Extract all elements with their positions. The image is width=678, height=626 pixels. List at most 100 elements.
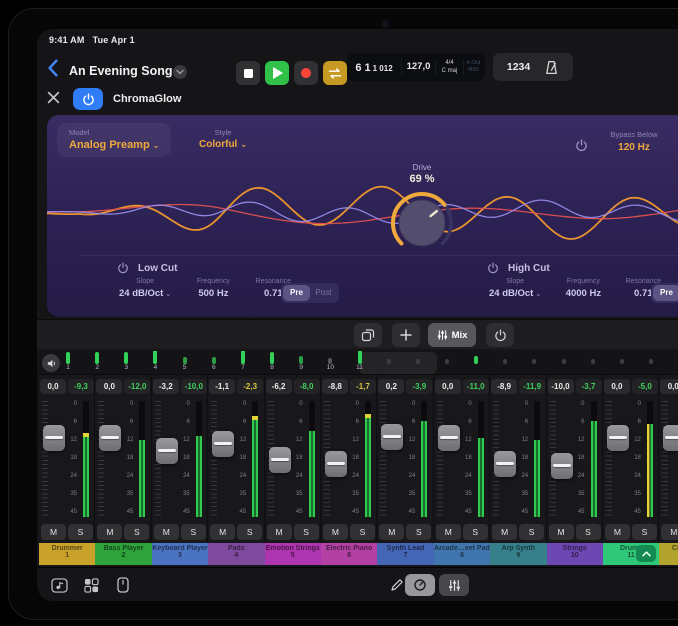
solo-button[interactable]: S — [124, 524, 149, 540]
track-label-9[interactable]: Arp Synth9 — [490, 543, 546, 565]
volume-readout[interactable]: 0,0 — [604, 379, 630, 394]
volume-readout[interactable]: -10,0 — [548, 379, 574, 394]
post-option[interactable]: Post — [310, 285, 337, 301]
mixer-view-button[interactable] — [439, 574, 469, 596]
record-button[interactable] — [294, 61, 318, 85]
frequency-field[interactable]: Frequency4000 Hz — [566, 278, 601, 299]
mute-button[interactable]: M — [154, 524, 179, 540]
mute-button[interactable]: M — [97, 524, 122, 540]
track-label-5[interactable]: Emotion Strings5 — [265, 543, 321, 565]
volume-readout[interactable]: -6,2 — [266, 379, 292, 394]
solo-button[interactable]: S — [632, 524, 657, 540]
track-label-2[interactable]: Bass Player2 — [95, 543, 151, 565]
track-label-12[interactable]: Chorus V12 — [659, 543, 678, 565]
lcd-display[interactable]: 6 11 012 127,0 4/4C maj In OutMIDI — [347, 53, 485, 81]
power-icon[interactable] — [117, 262, 129, 274]
volume-readout[interactable]: -3,2 — [153, 379, 179, 394]
volume-readout[interactable]: 0,2 — [378, 379, 404, 394]
solo-button[interactable]: S — [350, 524, 375, 540]
edit-button[interactable] — [387, 575, 407, 595]
volume-fader[interactable] — [269, 447, 291, 473]
volume-fader[interactable] — [494, 451, 516, 477]
plugin-tiles-button[interactable] — [354, 323, 382, 347]
bypass-below-field[interactable]: Bypass Below 120 Hz — [595, 130, 673, 153]
solo-button[interactable]: S — [68, 524, 93, 540]
track-label-3[interactable]: Keyboard Player3 — [152, 543, 208, 565]
style-selector[interactable]: Style Colorful⌄ — [199, 128, 247, 150]
mix-view-button[interactable]: Mix — [428, 323, 476, 347]
volume-fader[interactable] — [381, 424, 403, 450]
volume-fader[interactable] — [438, 425, 460, 451]
solo-button[interactable]: S — [463, 524, 488, 540]
mute-button[interactable]: M — [605, 524, 630, 540]
track-label-1[interactable]: Drummer1 — [39, 543, 95, 565]
track-label-7[interactable]: Synth Lead7 — [377, 543, 433, 565]
volume-readout[interactable]: -8,8 — [322, 379, 348, 394]
channel-power-button[interactable] — [486, 323, 514, 347]
solo-button[interactable]: S — [519, 524, 544, 540]
volume-readout[interactable]: 0,0 — [40, 379, 66, 394]
slope-field[interactable]: Slope24 dB/Oct⌄ — [119, 278, 171, 299]
solo-button[interactable]: S — [576, 524, 601, 540]
close-plugin-button[interactable] — [47, 91, 63, 107]
volume-fader[interactable] — [663, 425, 678, 451]
song-menu-button[interactable] — [173, 65, 187, 79]
bar-ruler[interactable]: 1234567891011 — [37, 351, 678, 375]
plugin-power-button[interactable] — [73, 88, 103, 110]
model-selector[interactable]: Model Analog Preamp⌄ — [57, 123, 171, 157]
volume-readout[interactable]: 0,0 — [660, 379, 678, 394]
back-button[interactable] — [47, 59, 63, 79]
ruler-cell — [612, 351, 632, 375]
pre-option[interactable]: Pre — [653, 285, 678, 301]
mute-button[interactable]: M — [41, 524, 66, 540]
solo-button[interactable]: S — [406, 524, 431, 540]
drive-knob[interactable] — [384, 185, 460, 261]
volume-fader[interactable] — [325, 451, 347, 477]
track-label-11[interactable]: Drums11 — [603, 543, 659, 565]
volume-readout[interactable]: 0,0 — [435, 379, 461, 394]
collapse-mixer-button[interactable] — [636, 545, 656, 562]
song-title[interactable]: An Evening Song — [69, 64, 172, 78]
bypass-power-button[interactable] — [575, 139, 588, 157]
mute-button[interactable]: M — [661, 524, 678, 540]
volume-readout[interactable]: -8,9 — [491, 379, 517, 394]
volume-fader[interactable] — [607, 425, 629, 451]
mute-button[interactable]: M — [379, 524, 404, 540]
add-plugin-button[interactable] — [392, 323, 420, 347]
volume-readout[interactable]: 0,0 — [96, 379, 122, 394]
solo-button[interactable]: S — [237, 524, 262, 540]
volume-readout[interactable]: -1,1 — [209, 379, 235, 394]
volume-fader[interactable] — [99, 425, 121, 451]
count-in-button[interactable]: 1234 — [507, 61, 530, 73]
channel-strip-6: -8,8-1,7061218243545MSElectric Piano6 — [321, 375, 377, 565]
solo-button[interactable]: S — [294, 524, 319, 540]
cycle-button[interactable] — [323, 61, 347, 85]
volume-fader[interactable] — [43, 425, 65, 451]
play-button[interactable] — [265, 61, 289, 85]
mute-button[interactable]: M — [492, 524, 517, 540]
mute-button[interactable]: M — [267, 524, 292, 540]
frequency-field[interactable]: Frequency500 Hz — [197, 278, 230, 299]
mute-button[interactable]: M — [210, 524, 235, 540]
controls-view-button[interactable] — [405, 574, 435, 596]
mute-button[interactable]: M — [323, 524, 348, 540]
volume-fader[interactable] — [551, 453, 573, 479]
stop-button[interactable] — [236, 61, 260, 85]
track-label-4[interactable]: Pads4 — [208, 543, 264, 565]
volume-fader[interactable] — [156, 438, 178, 464]
slope-field[interactable]: Slope24 dB/Oct⌄ — [489, 278, 541, 299]
pre-option[interactable]: Pre — [283, 285, 310, 301]
metronome-icon[interactable] — [544, 60, 559, 75]
power-icon[interactable] — [487, 262, 499, 274]
play-surface-button[interactable] — [113, 575, 133, 595]
mute-button[interactable]: M — [436, 524, 461, 540]
track-label-10[interactable]: Strings10 — [547, 543, 603, 565]
volume-fader[interactable] — [212, 431, 234, 457]
mute-button[interactable]: M — [549, 524, 574, 540]
bar-number: 6 — [204, 364, 224, 371]
browser-button[interactable] — [81, 575, 101, 595]
track-label-8[interactable]: Arcade…eet Pad8 — [434, 543, 490, 565]
loop-browser-button[interactable] — [49, 575, 69, 595]
solo-button[interactable]: S — [181, 524, 206, 540]
track-label-6[interactable]: Electric Piano6 — [321, 543, 377, 565]
